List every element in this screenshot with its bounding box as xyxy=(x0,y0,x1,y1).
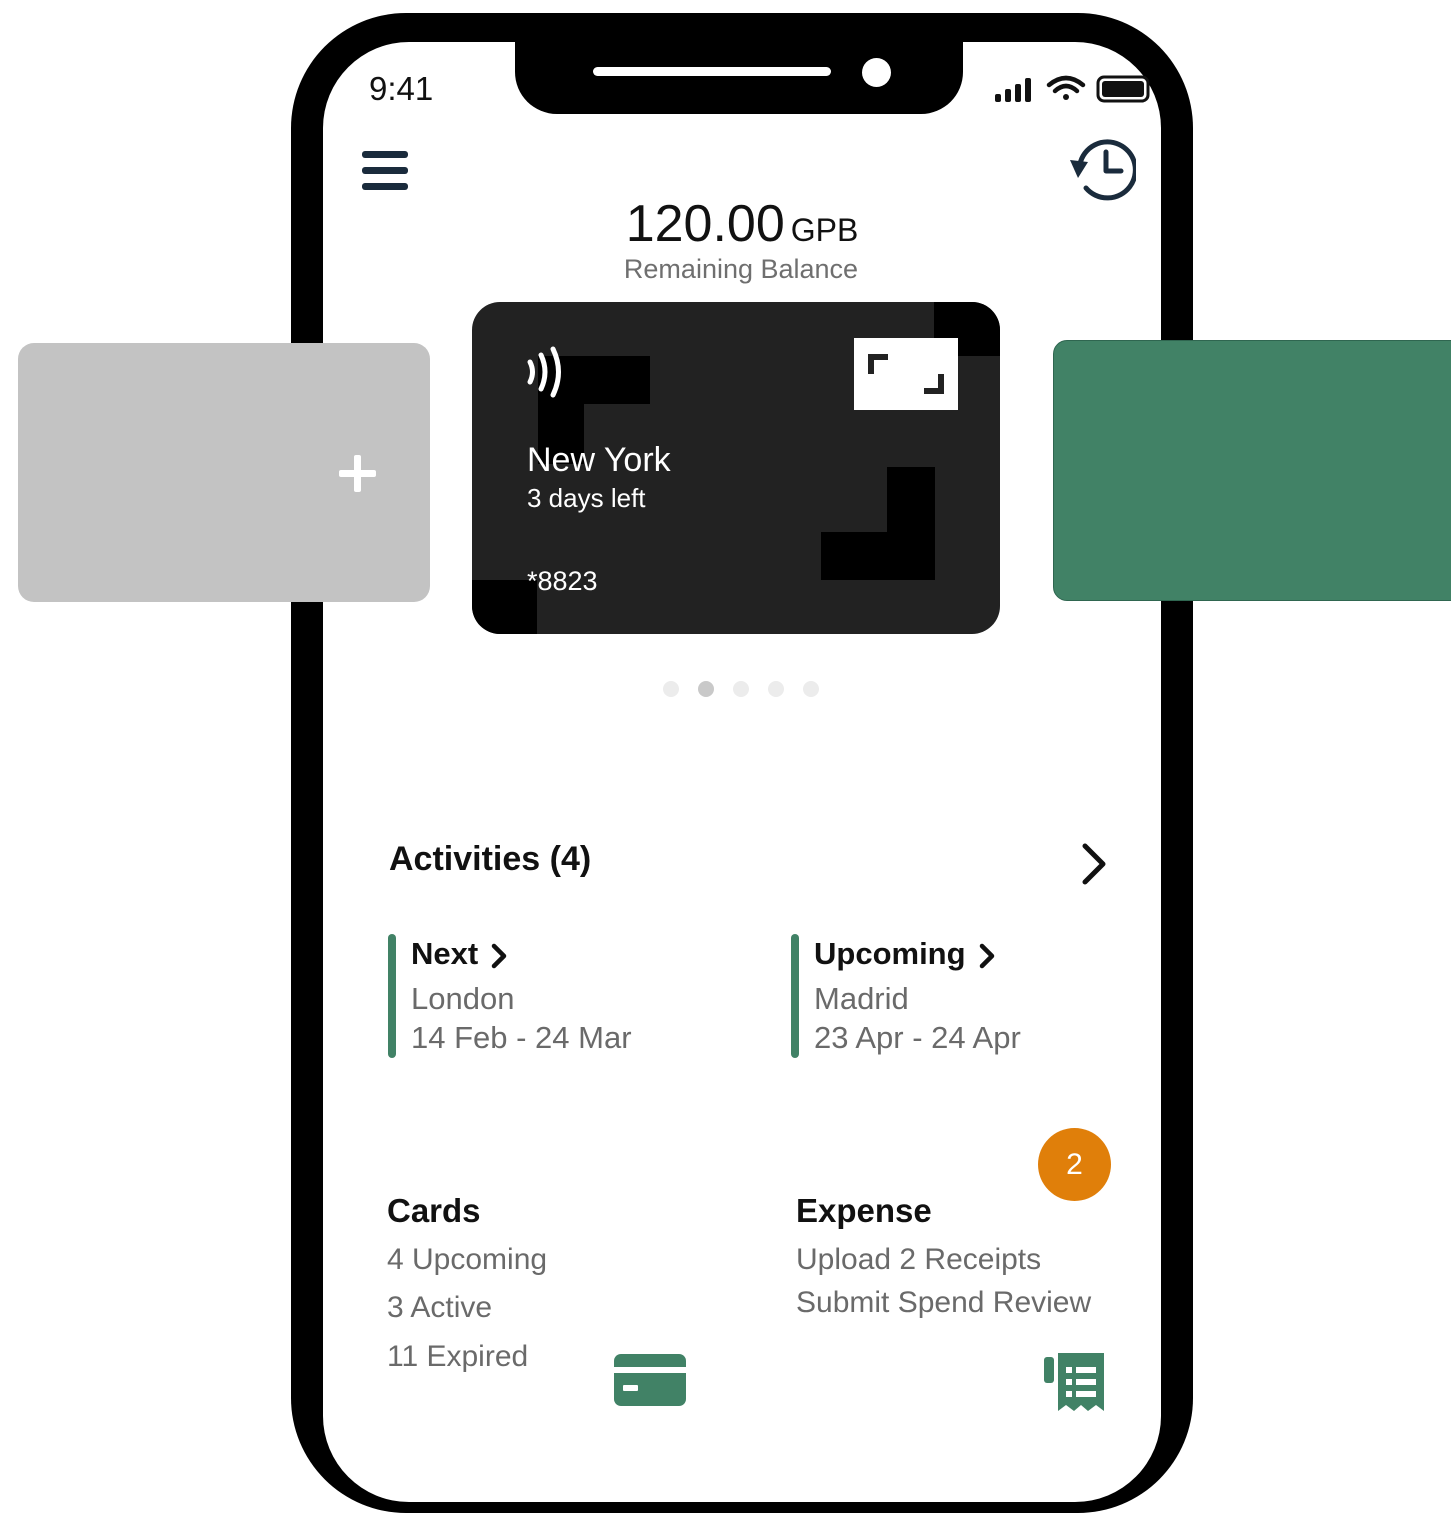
page-dot[interactable] xyxy=(663,681,679,697)
page-dot[interactable] xyxy=(803,681,819,697)
card-days-left: 3 days left xyxy=(527,483,646,513)
battery-icon xyxy=(1096,75,1150,103)
current-travel-card[interactable]: New York 3 days left *8823 xyxy=(472,302,1000,634)
wifi-icon xyxy=(1046,75,1086,100)
balance-amount: 120.00 xyxy=(625,195,785,253)
next-trip-city: London xyxy=(411,981,515,1016)
chevron-right-icon xyxy=(491,943,507,969)
menu-icon[interactable] xyxy=(362,150,410,192)
chevron-right-icon[interactable] xyxy=(1076,842,1110,886)
page-dot[interactable] xyxy=(733,681,749,697)
trip-accent-bar xyxy=(388,934,396,1058)
page-dot[interactable] xyxy=(768,681,784,697)
contactless-icon xyxy=(527,346,561,398)
next-travel-card[interactable] xyxy=(1053,340,1451,601)
add-card-button[interactable] xyxy=(18,343,430,602)
signal-icon xyxy=(995,78,1031,102)
status-icons xyxy=(993,72,1153,106)
upcoming-trip-label: Upcoming xyxy=(814,936,966,971)
expense-submit-review: Submit Spend Review xyxy=(796,1286,1092,1319)
notch-speaker xyxy=(593,67,831,76)
balance-currency: GPB xyxy=(790,212,859,248)
receipt-icon xyxy=(1044,1353,1106,1413)
cards-active-count: 3 Active xyxy=(387,1291,493,1324)
chevron-right-icon xyxy=(979,943,994,969)
card-decoration xyxy=(821,532,935,580)
expense-section-title[interactable]: Expense xyxy=(796,1192,932,1230)
cards-upcoming-count: 4 Upcoming xyxy=(387,1243,548,1276)
notch-camera xyxy=(862,58,891,87)
plus-icon xyxy=(339,455,376,492)
next-trip[interactable]: Next London 14 Feb - 24 Mar xyxy=(388,934,728,1060)
card-chip-icon xyxy=(854,338,958,410)
card-city: New York xyxy=(527,441,671,479)
trip-accent-bar xyxy=(791,934,799,1058)
cards-section-title[interactable]: Cards xyxy=(387,1192,481,1230)
notification-badge: 2 xyxy=(1038,1128,1111,1201)
upcoming-trip-city: Madrid xyxy=(814,981,909,1016)
next-trip-label: Next xyxy=(411,936,479,971)
upcoming-trip-heading: Upcoming xyxy=(814,936,996,972)
cards-expired-count: 11 Expired xyxy=(387,1340,529,1373)
next-trip-heading: Next xyxy=(411,936,508,972)
status-time: 9:41 xyxy=(369,70,434,107)
page-dot-active[interactable] xyxy=(698,681,714,697)
balance-display: 120.00 GPB xyxy=(323,194,1161,254)
upcoming-trip[interactable]: Upcoming Madrid 23 Apr - 24 Apr xyxy=(791,934,1131,1060)
upcoming-trip-dates: 23 Apr - 24 Apr xyxy=(814,1020,1021,1055)
expense-upload-receipts: Upload 2 Receipts xyxy=(796,1243,1042,1276)
card-number: *8823 xyxy=(527,566,598,596)
carousel-pagination xyxy=(663,681,833,699)
credit-card-icon xyxy=(614,1354,686,1406)
next-trip-dates: 14 Feb - 24 Mar xyxy=(411,1020,632,1055)
activities-title: Activities (4) xyxy=(389,840,592,878)
balance-label: Remaining Balance xyxy=(623,254,859,284)
